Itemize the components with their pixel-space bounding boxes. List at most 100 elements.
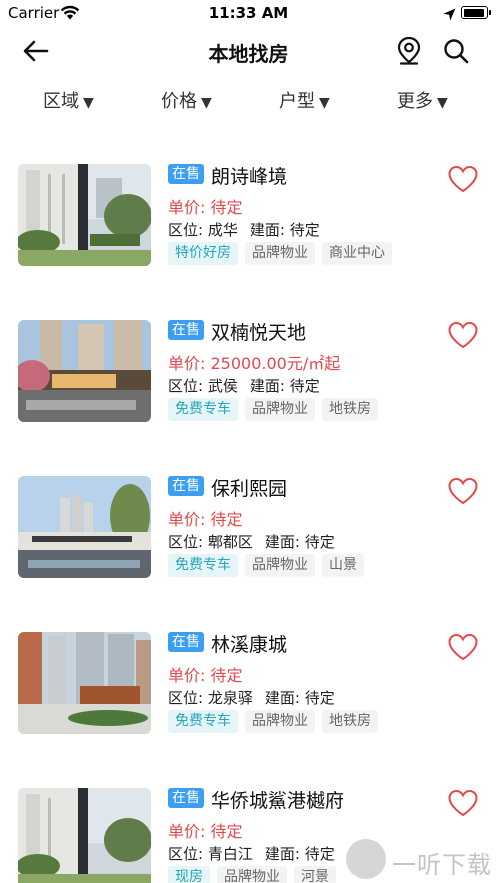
price-value: 待定 [210,510,243,529]
property-photo [18,320,151,422]
filter-layout[interactable]: 户型 ▼ [279,87,330,113]
area-value: 待定 [289,377,320,395]
listing-card[interactable]: 在售 朗诗峰境 单价: 待定 区位: 成华 建面: 待定 特价好房 品牌物业 商业… [0,140,497,270]
filter-more-label: 更多 [397,91,433,112]
watermark: 一听下载 [346,836,496,882]
filter-region[interactable]: 区域 ▼ [43,87,94,113]
favorite-button[interactable] [447,165,479,193]
meta-line: 区位: 武侯 建面: 待定 [168,375,320,396]
heart-icon [448,321,478,349]
heart-icon [448,477,478,505]
district-value: 成华 [207,221,238,239]
price-value: 待定 [210,198,243,217]
area-value: 待定 [304,533,335,551]
triangle-down-icon: ▼ [83,95,94,111]
tag-list: 特价好房 品牌物业 商业中心 [168,242,392,265]
area-label: 建面: [264,533,300,551]
property-photo [18,788,151,883]
property-name: 朗诗峰境 [211,166,288,188]
area-value: 待定 [304,845,335,863]
tag: 地铁房 [322,710,378,733]
heart-icon [448,165,478,193]
property-name: 保利熙园 [211,478,288,500]
favorite-button[interactable] [447,633,479,661]
area-label: 建面: [264,689,300,707]
status-badge: 在售 [168,320,204,340]
location-arrow-icon [443,6,456,25]
status-badge: 在售 [168,476,204,496]
price-label: 单价: [168,666,206,685]
tag-list: 现房 品牌物业 河景 [168,866,336,883]
filter-region-label: 区域 [43,91,79,112]
watermark-text: 一听下载 [392,851,492,879]
meta-line: 区位: 郫都区 建面: 待定 [168,531,335,552]
district-value: 龙泉驿 [207,689,253,707]
battery-icon [461,6,491,19]
tag-list: 免费专车 品牌物业 山景 [168,554,364,577]
tag-list: 免费专车 品牌物业 地铁房 [168,710,378,733]
search-button[interactable] [442,37,470,65]
tag: 品牌物业 [245,398,315,421]
status-bar: Carrier 11:33 AM [0,0,497,26]
tag: 品牌物业 [245,554,315,577]
tag-list: 免费专车 品牌物业 地铁房 [168,398,378,421]
filter-price-label: 价格 [161,91,197,112]
clock-time: 11:33 AM [208,4,289,22]
status-badge: 在售 [168,788,204,808]
property-photo [18,476,151,578]
district-value: 郫都区 [207,533,253,551]
favorite-button[interactable] [447,321,479,349]
listing-card[interactable]: 在售 林溪康城 单价: 待定 区位: 龙泉驿 建面: 待定 免费专车 品牌物业 地… [0,608,497,738]
tag: 特价好房 [168,242,238,265]
tag: 品牌物业 [245,710,315,733]
filter-more[interactable]: 更多 ▼ [397,87,448,113]
price-label: 单价: [168,198,206,217]
price-value: 25000.00元/㎡起 [210,354,341,373]
status-badge: 在售 [168,632,204,652]
tag: 免费专车 [168,398,238,421]
district-label: 区位: [168,533,204,551]
tag: 地铁房 [322,398,378,421]
filter-bar: 区域 ▼ 价格 ▼ 户型 ▼ 更多 ▼ [0,84,497,114]
meta-line: 区位: 青白江 建面: 待定 [168,843,335,864]
property-photo [18,164,151,266]
district-value: 武侯 [207,377,238,395]
district-label: 区位: [168,377,204,395]
district-value: 青白江 [207,845,253,863]
district-label: 区位: [168,221,204,239]
property-name: 双楠悦天地 [211,322,307,344]
district-label: 区位: [168,689,204,707]
meta-line: 区位: 龙泉驿 建面: 待定 [168,687,335,708]
heart-icon [448,789,478,817]
nav-bar: 本地找房 [0,26,497,76]
status-badge: 在售 [168,164,204,184]
property-photo [18,632,151,734]
tag: 山景 [322,554,364,577]
favorite-button[interactable] [447,477,479,505]
price-line: 单价: 待定 [168,194,243,218]
price-label: 单价: [168,822,206,841]
triangle-down-icon: ▼ [201,95,212,111]
triangle-down-icon: ▼ [319,95,330,111]
tag: 河景 [294,866,336,883]
area-label: 建面: [249,377,285,395]
tag: 免费专车 [168,710,238,733]
meta-line: 区位: 成华 建面: 待定 [168,219,320,240]
tag: 现房 [168,866,210,883]
tag: 品牌物业 [217,866,287,883]
property-name: 华侨城鯊港樾府 [211,790,345,812]
map-button[interactable] [396,36,422,66]
tag: 免费专车 [168,554,238,577]
price-line: 单价: 待定 [168,662,243,686]
filter-price[interactable]: 价格 ▼ [161,87,212,113]
location-pin-icon [397,36,421,65]
area-label: 建面: [264,845,300,863]
tag: 品牌物业 [245,242,315,265]
filter-layout-label: 户型 [279,91,315,112]
price-value: 待定 [210,822,243,841]
listing-card[interactable]: 在售 双楠悦天地 单价: 25000.00元/㎡起 区位: 武侯 建面: 待定 免… [0,296,497,426]
watermark-logo-icon [346,839,386,879]
listing-card[interactable]: 在售 保利熙园 单价: 待定 区位: 郫都区 建面: 待定 免费专车 品牌物业 山… [0,452,497,582]
area-value: 待定 [304,689,335,707]
favorite-button[interactable] [447,789,479,817]
